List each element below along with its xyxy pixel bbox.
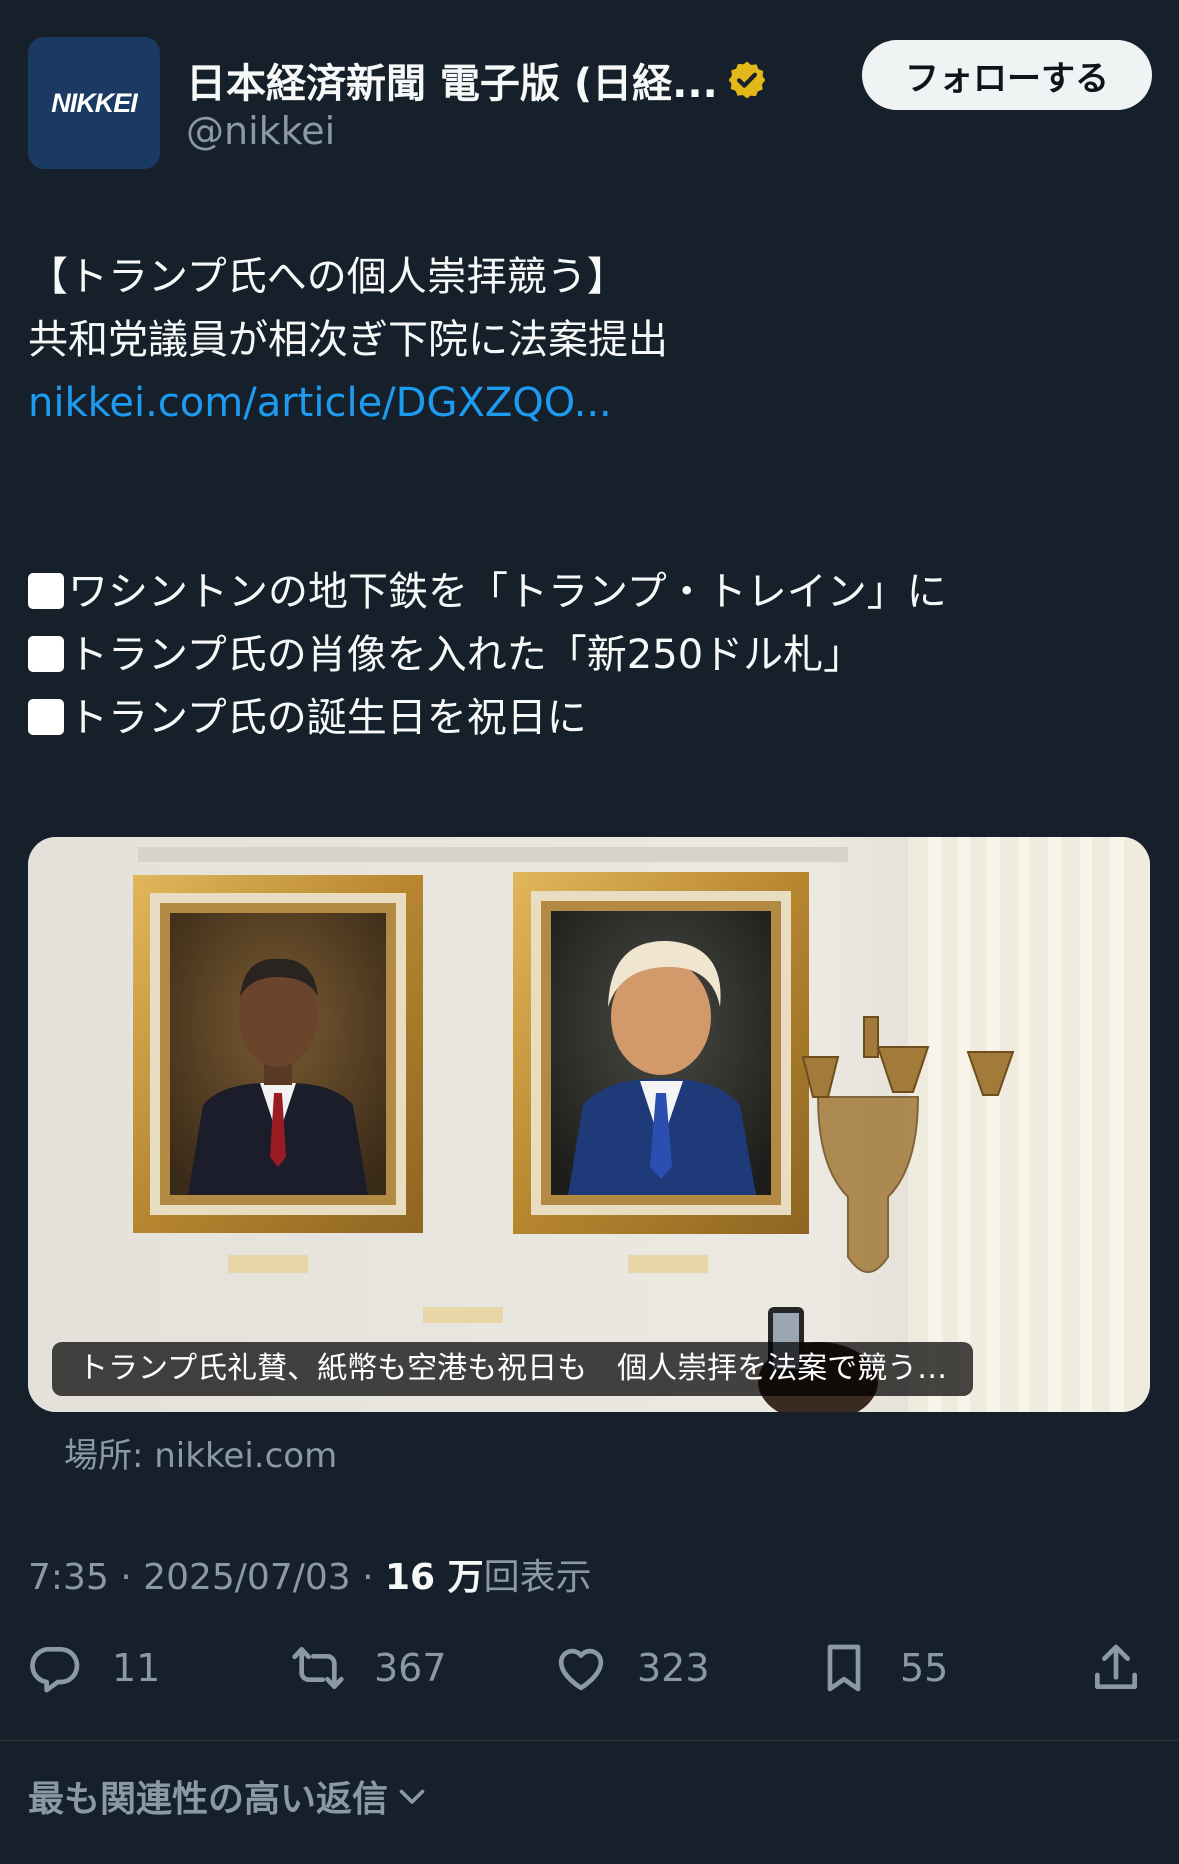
bullet-item: ワシントンの地下鉄を「トランプ・トレイン」に [28, 561, 1152, 624]
square-bullet-icon [28, 699, 64, 735]
reply-sort-selector[interactable]: 最も関連性の高い返信 [28, 1770, 430, 1822]
card-title[interactable]: トランプ氏礼賛、紙幣も空港も祝日も 個人崇拝を法案で競う… [52, 1342, 974, 1396]
like-button[interactable]: 323 [553, 1640, 710, 1696]
bullet-text: ワシントンの地下鉄を「トランプ・トレイン」に [68, 569, 947, 615]
share-icon [1095, 1644, 1137, 1689]
verified-badge-icon [728, 61, 766, 99]
account-name-row[interactable]: 日本経済新聞 電子版 (日経... [186, 51, 768, 109]
tweet-meta: 7:35 · 2025/07/03 · 16 万回表示 [28, 1548, 592, 1600]
avatar[interactable]: NIKKEI [28, 37, 160, 169]
share-button[interactable] [1088, 1640, 1172, 1696]
heart-icon [558, 1648, 604, 1691]
bullet-item: トランプ氏の誕生日を祝日に [28, 687, 1152, 750]
reply-sort-label: 最も関連性の高い返信 [28, 1779, 389, 1820]
like-count: 323 [637, 1646, 710, 1690]
tweet-text: 【トランプ氏への個人崇拝競う】 共和党議員が相次ぎ下院に法案提出 nikkei.… [28, 246, 1152, 750]
tweet-headline: 【トランプ氏への個人崇拝競う】 [28, 254, 627, 300]
reply-count: 11 [112, 1646, 161, 1690]
link-card-image[interactable]: トランプ氏礼賛、紙幣も空港も祝日も 個人崇拝を法案で競う… [28, 837, 1150, 1412]
account-name[interactable]: 日本経済新聞 電子版 (日経... [186, 51, 718, 109]
reply-icon [30, 1646, 80, 1693]
action-bar: 11 367 323 55 [28, 1640, 1152, 1708]
square-bullet-icon [28, 636, 64, 672]
views-label: 回表示 [483, 1557, 592, 1598]
bookmark-button[interactable]: 55 [816, 1640, 948, 1696]
retweet-count: 367 [374, 1646, 447, 1690]
card-source[interactable]: 場所: nikkei.com [64, 1428, 337, 1477]
chevron-down-icon [399, 1789, 425, 1804]
portraits-photo [28, 837, 1150, 1412]
tweet-subheadline: 共和党議員が相次ぎ下院に法案提出 [28, 317, 668, 363]
bullet-item: トランプ氏の肖像を入れた「新250ドル札」 [28, 624, 1152, 687]
account-handle[interactable]: @nikkei [186, 109, 335, 153]
bookmark-count: 55 [900, 1646, 949, 1690]
article-link[interactable]: nikkei.com/article/DGXZQO... [28, 372, 1152, 435]
reply-button[interactable]: 11 [28, 1640, 160, 1696]
tweet-header: NIKKEI 日本経済新聞 電子版 (日経... @nikkei フォローする [28, 37, 1152, 169]
bookmark-icon [827, 1644, 861, 1692]
logo-text: NIKKEI [51, 87, 138, 118]
retweet-button[interactable]: 367 [290, 1640, 447, 1696]
retweet-icon [292, 1647, 344, 1689]
square-bullet-icon [28, 573, 64, 609]
bullet-text: トランプ氏の肖像を入れた「新250ドル札」 [68, 632, 864, 678]
follow-button[interactable]: フォローする [862, 40, 1152, 110]
timestamp[interactable]: 7:35 · 2025/07/03 · [28, 1557, 385, 1598]
bullet-text: トランプ氏の誕生日を祝日に [68, 695, 587, 741]
divider [0, 1740, 1179, 1741]
views-count: 16 万 [385, 1557, 484, 1598]
